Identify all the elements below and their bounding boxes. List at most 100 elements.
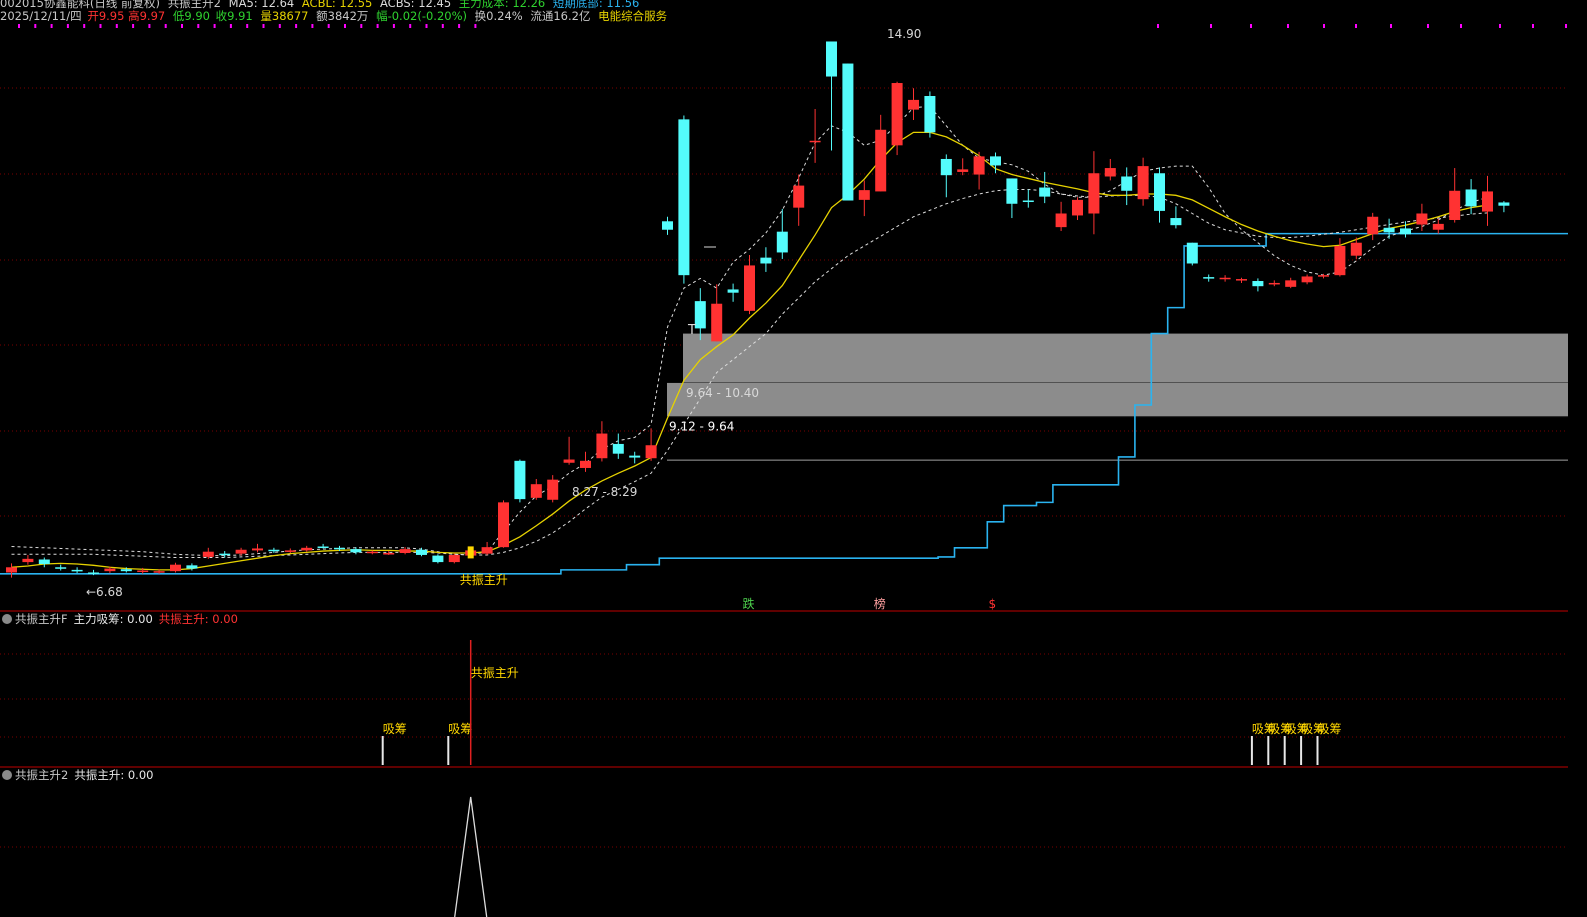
top-tick-mark	[66, 24, 69, 28]
candle-body	[1268, 282, 1280, 285]
candle-body	[858, 190, 870, 200]
candle-body	[235, 549, 247, 554]
candle-body	[137, 570, 149, 573]
collapse-icon[interactable]	[2, 614, 12, 624]
candle-body	[727, 289, 739, 293]
top-tick-mark	[1210, 24, 1212, 28]
top-tick-mark	[1287, 24, 1289, 28]
high-price-label: 14.90	[887, 27, 921, 41]
candle-body	[284, 550, 296, 552]
resonance-spike	[454, 796, 488, 917]
candle-body	[580, 460, 591, 468]
candle-body	[1301, 276, 1313, 283]
candle-body	[1400, 228, 1411, 235]
candle-body	[366, 551, 378, 554]
candle-body	[416, 549, 427, 555]
candle-body	[1350, 242, 1362, 256]
candle-body	[1236, 279, 1247, 281]
top-tick-mark	[229, 24, 232, 28]
candle-body	[776, 231, 788, 253]
candle-body	[1154, 173, 1165, 211]
close-value: 收9.91	[215, 9, 253, 23]
candle-body	[1039, 187, 1051, 197]
stock-chart[interactable]: 9.64 - 10.40 9.12 - 9.64 共振主升 14.90 ←6.68 8.2…	[0, 0, 1587, 917]
candle-body	[924, 96, 936, 133]
date-value: 2025/12/11/四	[0, 9, 82, 23]
top-tick-mark	[1250, 24, 1252, 28]
top-tick-mark	[441, 24, 444, 28]
top-tick-mark	[1355, 24, 1357, 28]
indicator2-resonance-label: 共振主升: 0.00	[74, 768, 154, 782]
top-tick-mark	[474, 24, 477, 28]
candle-body	[908, 99, 919, 110]
candle-body	[88, 572, 99, 574]
candle-body	[71, 569, 83, 572]
signal-candle	[467, 546, 474, 559]
top-tick-mark	[1323, 24, 1325, 28]
candle-body	[1121, 176, 1133, 191]
top-tick-mark	[1390, 24, 1392, 28]
indicator1-name[interactable]: 共振主升F	[15, 612, 68, 626]
candle-body	[350, 549, 362, 553]
candle-body	[170, 564, 181, 572]
top-tick-mark	[327, 24, 330, 28]
indicator2-name[interactable]: 共振主升2	[15, 768, 68, 782]
candle-body	[55, 567, 67, 569]
candle-body	[202, 551, 214, 557]
candle-body	[1432, 223, 1444, 230]
top-tick-mark	[311, 24, 314, 28]
candle-body	[268, 549, 280, 552]
candle-body	[1498, 202, 1510, 206]
candle-body	[1203, 277, 1215, 279]
top-tick-mark	[1460, 24, 1462, 28]
candle-body	[809, 140, 821, 143]
resonance-label: 共振主升	[471, 666, 519, 680]
range-label: 8.27 - 8.29	[572, 485, 637, 499]
amount-value: 额3842万	[316, 9, 369, 23]
candle-body	[891, 83, 903, 146]
candle-body	[875, 129, 887, 192]
indicator1-absorb-label: 主力吸筹: 0.00	[73, 612, 153, 626]
candle-body	[1072, 199, 1083, 216]
candle-body	[1482, 191, 1493, 212]
candle-body	[1219, 277, 1231, 280]
header-line-1: 002015协鑫能科(日线 前复权) 共振主升2 MA5: 12.64 ACBL…	[0, 0, 643, 9]
candle-body	[1449, 190, 1461, 220]
top-tick-mark	[246, 24, 249, 28]
top-tick-mark	[458, 24, 461, 28]
price-zone	[683, 333, 1568, 383]
candle-body	[596, 433, 608, 459]
candle-body	[678, 119, 690, 276]
sector-value[interactable]: 电能综合服务	[598, 9, 667, 23]
collapse-icon[interactable]	[2, 770, 12, 780]
low-value: 低9.90	[172, 9, 210, 23]
signal-label: 共振主升	[460, 573, 508, 587]
top-tick-mark	[1499, 24, 1501, 28]
top-tick-mark	[148, 24, 151, 28]
candle-body	[1383, 227, 1395, 233]
candle-body	[219, 553, 231, 556]
candle-body	[1088, 173, 1100, 214]
header-line-2: 2025/12/11/四 开9.95 高9.97 低9.90 收9.91 量38…	[0, 10, 671, 22]
candle-body	[1334, 245, 1346, 276]
top-tick-mark	[425, 24, 428, 28]
top-tick-mark	[262, 24, 265, 28]
candle-body	[6, 567, 17, 573]
candle-body	[694, 301, 706, 329]
candle-body	[793, 185, 805, 208]
candle-body	[826, 41, 837, 77]
candle-body	[563, 459, 575, 463]
turnover-value: 换0.24%	[474, 9, 523, 23]
candle-body	[104, 568, 116, 572]
t-marker: T	[687, 323, 696, 338]
top-tick-mark	[1427, 24, 1429, 28]
event-marker: $	[989, 597, 997, 611]
candle-body	[1104, 168, 1116, 177]
candle-body	[1318, 275, 1329, 277]
top-tick-mark	[376, 24, 379, 28]
candle-body	[940, 158, 952, 176]
absorb-label: 吸筹	[383, 722, 407, 736]
candle-body	[547, 479, 559, 500]
low-price-label: ←6.68	[86, 585, 123, 599]
candle-body	[662, 221, 673, 230]
